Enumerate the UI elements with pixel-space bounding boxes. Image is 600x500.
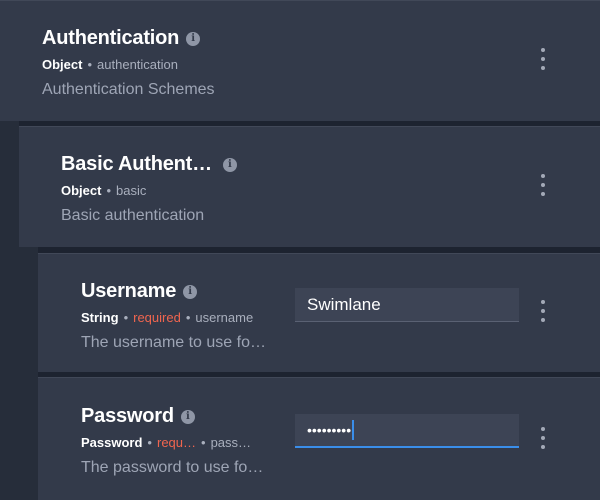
more-vertical-icon[interactable] [533,427,553,449]
required-label: required [133,310,181,325]
basic-description: Basic authentication [61,207,205,224]
separator-dot: • [201,435,206,450]
indent-rail-1 [0,121,19,500]
password-meta: Password • requ… • pass… [81,435,251,450]
authentication-card: Authentication i Object • authentication A… [0,0,600,121]
more-vertical-icon[interactable] [533,48,553,70]
authentication-meta: Object • authentication [42,57,178,72]
basic-title: Basic Authent… [61,153,212,175]
separator-dot: • [185,310,191,325]
info-icon[interactable]: i [180,409,195,424]
text-caret [352,420,355,440]
username-card: Username i String • required • username The … [38,253,600,372]
authentication-title-row: Authentication i [42,27,201,50]
info-icon[interactable]: i [186,31,201,46]
separator-dot: • [123,310,129,325]
username-input[interactable]: Swimlane [295,288,519,322]
password-card: Password i Password • requ… • pass… The pass… [38,377,600,500]
more-vertical-icon[interactable] [533,300,553,322]
field-type: String [81,310,119,325]
password-description: The password to use fo… [81,459,264,476]
field-key: pass… [210,435,252,450]
indent-rail-2 [19,247,38,500]
password-title: Password [81,405,174,427]
field-key: username [195,310,254,325]
field-type: Object [61,183,102,198]
authentication-description: Authentication Schemes [42,81,215,98]
separator-dot: • [87,57,93,72]
basic-meta: Object • basic [61,183,146,198]
username-meta: String • required • username [81,310,253,325]
password-title-row: Password i [81,405,195,428]
field-key: basic [116,183,147,198]
field-type: Password [81,435,143,450]
username-title-row: Username i [81,280,198,303]
password-masked-value: ••••••••• [307,422,352,438]
required-label: requ… [156,435,197,450]
info-icon[interactable]: i [183,284,198,299]
field-key: authentication [97,57,178,72]
password-input[interactable]: ••••••••• [295,414,519,448]
separator-dot: • [106,183,112,198]
basic-authentication-card: Basic Authent… i Object • basic Basic auth… [19,126,600,247]
username-value: Swimlane [307,294,381,314]
username-description: The username to use fo… [81,334,266,351]
basic-title-row: Basic Authent… i [61,153,237,176]
authentication-title: Authentication [42,27,180,49]
username-title: Username [81,280,177,302]
separator-dot: • [147,435,152,450]
info-icon[interactable]: i [222,157,237,172]
field-type: Object [42,57,83,72]
more-vertical-icon[interactable] [533,174,553,196]
